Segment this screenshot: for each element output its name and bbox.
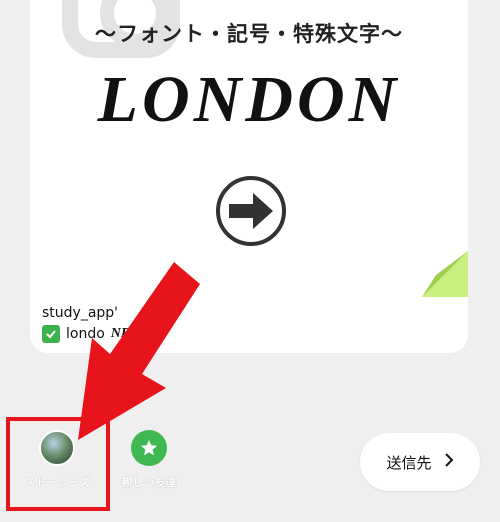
send-to-label: 送信先 <box>386 453 432 472</box>
send-to-button[interactable]: 送信先 <box>360 433 480 491</box>
arrow-right-circle-icon <box>216 176 286 246</box>
close-friends-label: 親しい友達 <box>121 476 177 489</box>
post-subtitle: 〜フォント・記号・特殊文字〜 <box>95 22 403 46</box>
red-pointer-arrow-icon <box>78 262 200 440</box>
page-corner-fold-icon <box>422 251 468 297</box>
post-headline: LONDON <box>97 63 401 136</box>
chevron-right-icon <box>444 452 454 472</box>
